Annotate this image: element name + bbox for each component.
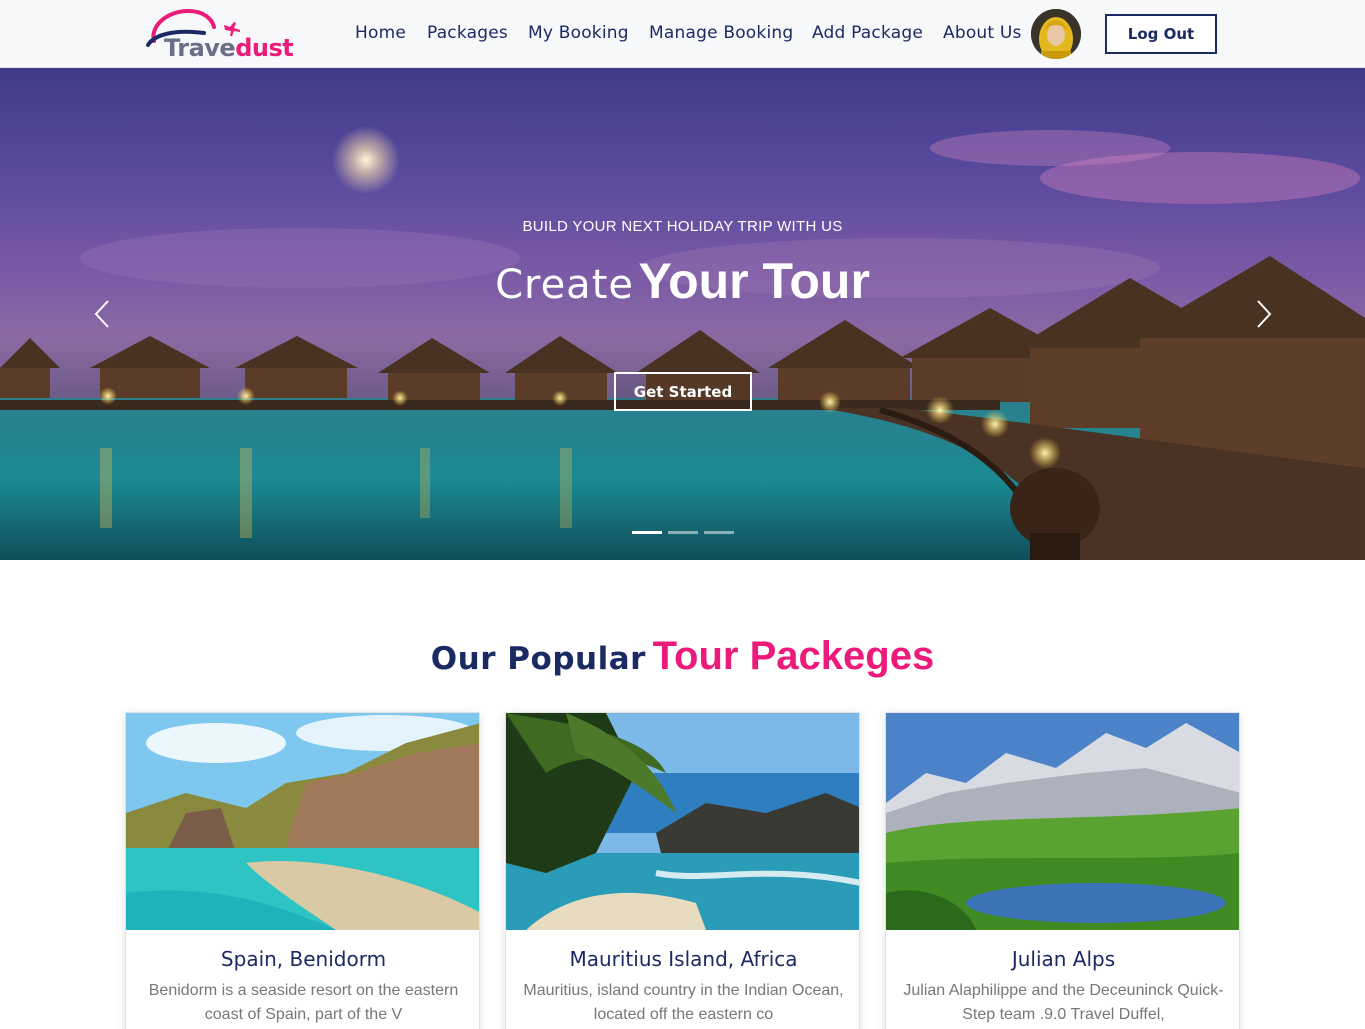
hero-title-light: Create <box>495 262 634 308</box>
package-title: Julian Alps <box>1011 947 1116 971</box>
hero-title-bold: Your Tour <box>638 253 870 309</box>
package-image-spain <box>126 713 479 930</box>
user-avatar-image <box>1031 9 1081 59</box>
nav-manage-booking[interactable]: Manage Booking <box>649 23 793 43</box>
package-title: Mauritius Island, Africa <box>569 947 798 971</box>
brand-name: Travedust <box>164 34 294 62</box>
get-started-button[interactable]: Get Started <box>614 372 752 411</box>
hero-background-image <box>0 126 1365 560</box>
user-avatar[interactable] <box>1031 9 1081 59</box>
package-card[interactable]: Spain, Benidorm Benidorm is a seaside re… <box>125 712 480 1029</box>
package-title: Spain, Benidorm <box>220 947 387 971</box>
nav-home[interactable]: Home <box>355 23 406 43</box>
carousel-indicator[interactable] <box>704 531 734 534</box>
brand-logo[interactable]: Travedust <box>144 5 294 63</box>
hero-carousel: BUILD YOUR NEXT HOLIDAY TRIP WITH US Cre… <box>0 68 1365 560</box>
package-card[interactable]: Julian Alps Julian Alaphilippe and the D… <box>885 712 1240 1029</box>
hero-title: Create Your Tour <box>0 256 1365 306</box>
package-image-julian-alps <box>886 713 1239 930</box>
section-title-part2: Tour Packeges <box>652 634 935 678</box>
carousel-prev-icon[interactable] <box>92 298 112 330</box>
nav-about-us[interactable]: About Us <box>943 23 1022 43</box>
carousel-indicator[interactable] <box>632 531 662 534</box>
package-image-mauritius <box>506 713 859 930</box>
carousel-next-icon[interactable] <box>1254 298 1274 330</box>
section-title: Our Popular Tour Packeges <box>0 634 1365 679</box>
package-description: Julian Alaphilippe and the Deceuninck Qu… <box>903 982 1224 1023</box>
package-card[interactable]: Mauritius Island, Africa Mauritius, isla… <box>505 712 860 1029</box>
nav-add-package[interactable]: Add Package <box>812 23 923 43</box>
nav-my-booking[interactable]: My Booking <box>528 23 629 43</box>
package-description: Benidorm is a seaside resort on the east… <box>148 982 459 1023</box>
nav-packages[interactable]: Packages <box>427 23 508 43</box>
navbar: Travedust Home Packages My Booking Manag… <box>0 0 1365 68</box>
hero-subtitle: BUILD YOUR NEXT HOLIDAY TRIP WITH US <box>522 218 843 235</box>
package-description: Mauritius, island country in the Indian … <box>523 982 844 1023</box>
logout-button[interactable]: Log Out <box>1105 14 1217 54</box>
carousel-indicator[interactable] <box>668 531 698 534</box>
section-title-part1: Our Popular <box>430 641 646 677</box>
